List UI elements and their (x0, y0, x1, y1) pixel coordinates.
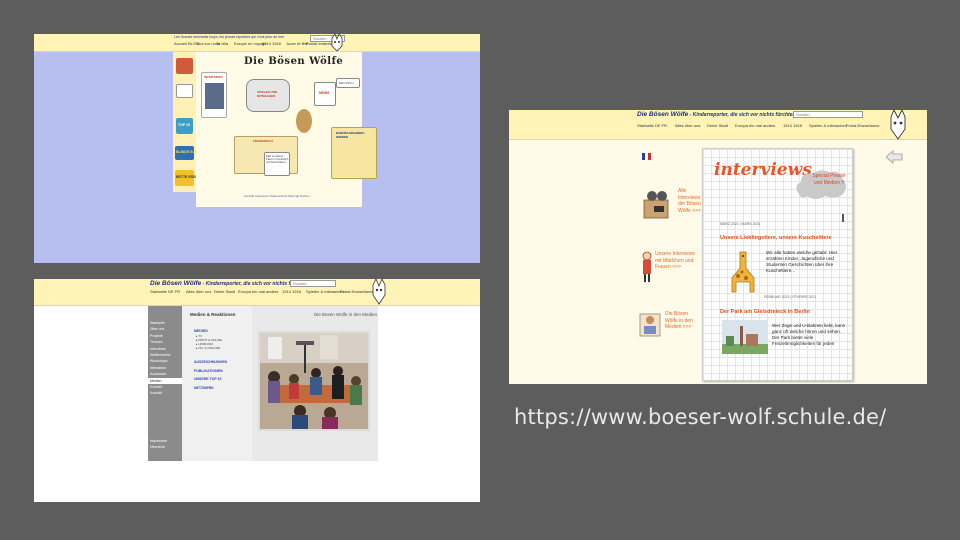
reporter-girl-icon (642, 251, 652, 282)
classroom-photo (258, 331, 370, 431)
nav-item-europe[interactable]: Europa ein mal anders (238, 289, 278, 294)
nav-item-portal[interactable]: Portal Erwachsene (846, 123, 880, 128)
content-title: Die Bösen Wölfe in den Medien (314, 312, 378, 317)
giraffe-plush-image (731, 251, 755, 293)
book-reader-icon (639, 313, 661, 337)
back-arrow-icon[interactable] (885, 150, 903, 164)
network-link[interactable]: NETZWERK (194, 386, 214, 390)
article-text: Wer Züge und U-Bahnen liebt, kann ganz o… (772, 323, 846, 346)
logo-title: Die Bösen Wölfe (244, 56, 344, 67)
interviews-tile[interactable]: INTERVIEWS (201, 72, 227, 118)
screenshot-media-page: Die Bösen Wölfe - Kinderreporter, die si… (34, 279, 480, 502)
screenshot-interviews-page: Die Bösen Wölfe - Kinderreporter, die si… (509, 110, 927, 384)
nav-item-europe[interactable]: Europa ein mal anders (735, 123, 775, 128)
nav-item-1914[interactable]: 1914 1918 (262, 41, 281, 46)
spielen-tile[interactable]: SPIELEN UND MITMACHEN (246, 79, 290, 112)
article-title[interactable]: Unsere Lieblingstiere, unsere Kuscheltie… (720, 235, 832, 241)
wolf-logo-icon (372, 279, 386, 305)
nav-item-play[interactable]: Jouer et fête (286, 41, 308, 46)
left-nav-item[interactable]: Übersicht (148, 444, 182, 450)
nav-item-city[interactable]: Deine Stadt (214, 289, 235, 294)
compass-icon[interactable] (296, 109, 312, 133)
publications-link[interactable]: PUBLIKATIONEN (194, 369, 223, 373)
scrollbar-thumb[interactable] (842, 214, 844, 222)
news-tile[interactable]: NEWS (314, 82, 336, 106)
wolf-logo-icon (331, 34, 343, 52)
nav-item-play[interactable]: Spielen & mitmachen (306, 289, 344, 294)
deutsch-tile[interactable]: DEUTSCH (336, 78, 360, 88)
search-input[interactable]: Suchen (290, 280, 336, 287)
header-bar: Die Bösen Wölfe - Kinderreporter, die si… (509, 110, 927, 140)
backpack-icon[interactable] (176, 58, 193, 74)
header-bar: Les Grands méchants loups, les jeunes re… (34, 34, 480, 52)
top10-badge[interactable]: TOP 10 (176, 118, 193, 134)
url-caption[interactable]: https://www.boeser-wolf.schule.de/ (514, 405, 886, 429)
bette-essen-badge[interactable]: BETTE ESSEN (175, 170, 200, 186)
media-link[interactable]: Die Bösen Wölfe in den Medien >>> (665, 311, 699, 331)
nav-item-1914[interactable]: 1914 1918 (783, 123, 802, 128)
date-label: MÄRZ 2021 | MARS 2021 (720, 222, 761, 226)
site-tagline: Les Grands méchants loups, les jeunes re… (174, 35, 285, 39)
french-flag-icon[interactable] (642, 153, 651, 160)
nav-item-home[interactable]: Startseite DE FR (637, 123, 667, 128)
media-sublink[interactable]: ▸ ON- & OFFLINE (196, 346, 220, 350)
site-title: Die Bösen Wölfe - Kinderreporter, die si… (150, 280, 309, 287)
search-input[interactable]: Suchen (793, 111, 863, 118)
panel-title: Medien & Reaktionen (190, 312, 236, 317)
screenshot-homepage-french: Les Grands méchants loups, les jeunes re… (34, 34, 480, 263)
left-nav-item[interactable]: Kontakt (148, 390, 182, 396)
homepage-board: Die Bösen Wölfe INTERVIEWS SPIELEN UND M… (196, 52, 377, 207)
interviews-women-link[interactable]: Unsere Interviews mit Mädchen und Frauen… (655, 251, 701, 271)
media-link[interactable]: MEDIEN (194, 329, 208, 333)
nav-item-city[interactable]: Ta villa (216, 41, 228, 46)
nav-item-city[interactable]: Deine Stadt (707, 123, 728, 128)
left-sidebar: TOP 10 BLINDE KUH BETTE ESSEN (173, 52, 200, 192)
nav-item-portal[interactable]: Portal Erwachsene (340, 289, 374, 294)
nav-item-play[interactable]: Spielen & mitmachen (809, 123, 847, 128)
article-text: Wir alle haben welche gehabt: Hier erzäh… (766, 250, 838, 273)
nav-item-about[interactable]: Alles über uns (186, 289, 211, 294)
blinde-kuh-badge[interactable]: BLINDE KUH (175, 146, 198, 160)
nav-item-1914[interactable]: 1914 1918 (282, 289, 301, 294)
site-title: Die Bösen Wölfe - Kinderreporter, die si… (637, 111, 796, 118)
park-photo (722, 320, 768, 354)
letter-icon[interactable] (176, 84, 193, 98)
camera-crate-icon (643, 191, 669, 219)
nav-item-portal[interactable]: Portail enfants (306, 41, 332, 46)
special-press-badge[interactable]: Spezial Presse und Medien !! (812, 173, 846, 186)
top10-link[interactable]: UNSERE TOP 10 (194, 377, 222, 381)
wolf-logo-icon (890, 110, 906, 140)
left-nav: Startseite Über uns Projekte Themen Inte… (148, 306, 182, 461)
nav-item-home[interactable]: Startseite DE FR (150, 289, 180, 294)
footer-links[interactable]: Kontakt Impressum Datenschutz Sitemap Pa… (244, 194, 310, 198)
header-bar: Die Bösen Wölfe - Kinderreporter, die si… (34, 279, 480, 306)
media-panel (182, 306, 252, 461)
article-title[interactable]: Der Park am Gleisdreieck in Berlin (720, 309, 810, 315)
advent-note: Bald ist Advent Paket in Frankreich und … (264, 152, 290, 176)
date-label: FEBRUAR 2021 | FÉVRIER 2021 (764, 295, 817, 299)
nav-item-about[interactable]: Alles über uns (675, 123, 700, 128)
europa-tile[interactable]: EUROPA ERLEBEN · WISSEN (331, 127, 377, 179)
awards-link[interactable]: AUSZEICHNUNGEN (194, 360, 227, 364)
